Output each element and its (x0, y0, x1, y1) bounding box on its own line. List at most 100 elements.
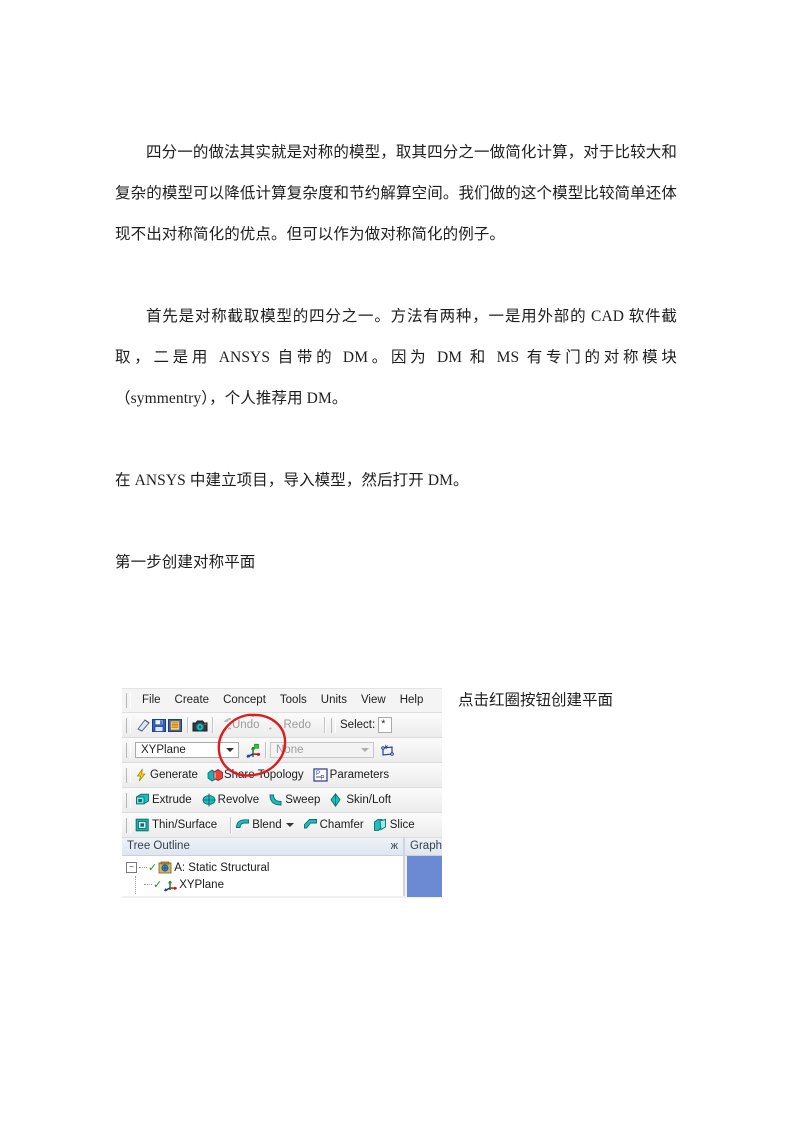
toolbar-grip[interactable] (126, 717, 131, 733)
blend-label: Blend (252, 819, 282, 831)
toolbar-separator (187, 717, 188, 733)
modify-toolbar: Thin/Surface Blend Chamfer Slice (122, 813, 442, 838)
features-toolbar-grip[interactable] (126, 792, 131, 808)
generate-toolbar-grip[interactable] (126, 767, 131, 783)
plane-axes-icon (163, 878, 178, 892)
new-plane-icon[interactable] (245, 743, 261, 758)
tree-outline-title-bar: Tree Outline ж (122, 838, 404, 856)
share-topology-label: Share Topology (223, 769, 304, 781)
pin-icon[interactable]: ж (391, 838, 398, 855)
paragraph-1: 四分一的做法其实就是对称的模型，取其四分之一做简化计算，对于比较大和复杂的模型可… (115, 144, 677, 243)
generate-toolbar: Generate Share Topology P P Parameters (122, 763, 442, 788)
collapse-expander-icon[interactable]: − (126, 862, 137, 873)
parameters-icon: P P (313, 767, 329, 783)
graphics-title: Graph (405, 838, 442, 856)
slice-label: Slice (389, 819, 415, 831)
chamfer-icon (303, 818, 319, 833)
blend-button[interactable]: Blend (235, 818, 302, 833)
revolve-label: Revolve (217, 794, 260, 806)
tree-dotted-connector (139, 867, 147, 868)
tree-item-label: A: Static Structural (174, 861, 270, 874)
menu-item-create[interactable]: Create (168, 689, 217, 712)
standard-toolbar: Undo Redo Select: * (122, 713, 442, 738)
tree-dotted-connector (144, 884, 152, 885)
parameters-label: Parameters (329, 769, 390, 781)
menu-item-units[interactable]: Units (314, 689, 354, 712)
menu-item-file[interactable]: File (135, 689, 168, 712)
graphics-panel: Graph (405, 838, 442, 897)
paragraph-2: 首先是对称截取模型的四分之一。方法有两种，一是用外部的 CAD 软件截取，二是用… (115, 308, 677, 407)
menu-item-concept[interactable]: Concept (216, 689, 273, 712)
menu-item-help[interactable]: Help (393, 689, 431, 712)
tree-outline-panel: Tree Outline ж − ✓ A: Static Structural … (122, 838, 406, 896)
green-check-icon: ✓ (148, 862, 158, 874)
select-mode-combo[interactable]: * (378, 717, 393, 733)
camera-icon[interactable] (192, 718, 208, 733)
select-label: Select: (340, 719, 376, 731)
save-icon[interactable] (151, 718, 167, 733)
tree-outline-title: Tree Outline (127, 840, 190, 852)
revolve-button[interactable]: Revolve (201, 793, 269, 808)
thin-surface-icon (135, 818, 151, 833)
blend-icon (235, 818, 251, 833)
skin-loft-icon (329, 792, 345, 808)
toolbar-separator (324, 717, 325, 733)
select-toolbar-grip[interactable] (331, 717, 336, 733)
tree-item-static-structural[interactable]: − ✓ A: Static Structural (122, 859, 403, 876)
parameters-button[interactable]: P P Parameters (313, 767, 398, 783)
extrude-icon (135, 793, 151, 808)
graphics-viewport[interactable] (407, 856, 442, 897)
active-sketch-value: None (276, 744, 304, 756)
undo-icon (217, 717, 237, 732)
skin-loft-button[interactable]: Skin/Loft (329, 792, 400, 808)
menu-item-tools[interactable]: Tools (273, 689, 314, 712)
plane-toolbar-grip[interactable] (126, 742, 131, 758)
thin-surface-label: Thin/Surface (152, 819, 218, 831)
undo-label: Undo (232, 719, 260, 731)
red-circle-annotation-text: 点击红圈按钮创建平面 (458, 692, 614, 709)
extrude-label: Extrude (152, 794, 192, 806)
sweep-label: Sweep (285, 794, 321, 806)
undo-button[interactable]: Undo (217, 717, 269, 732)
toolbar-separator (230, 817, 232, 833)
active-plane-combo[interactable]: XYPlane (135, 742, 239, 758)
extrude-button[interactable]: Extrude (135, 793, 201, 808)
share-topology-button[interactable]: Share Topology (207, 768, 313, 783)
new-sheet-icon[interactable] (135, 718, 151, 733)
chamfer-button[interactable]: Chamfer (303, 818, 373, 833)
thin-surface-button[interactable]: Thin/Surface (135, 818, 226, 833)
redo-button[interactable]: Redo (262, 717, 321, 732)
menu-item-view[interactable]: View (354, 689, 393, 712)
save-as-icon[interactable] (167, 718, 183, 733)
chamfer-label: Chamfer (319, 819, 364, 831)
new-sketch-icon[interactable] (380, 743, 396, 758)
tree-item-xyplane[interactable]: ✓ XYPlane (122, 876, 403, 893)
menu-grip[interactable] (126, 693, 131, 708)
document-body: 四分一的做法其实就是对称的模型，取其四分之一做简化计算，对于比较大和复杂的模型可… (115, 132, 677, 583)
slice-button[interactable]: Slice (373, 818, 424, 833)
blend-dropdown-chevron-down-icon[interactable] (285, 823, 294, 827)
model-body-icon (158, 861, 172, 875)
tree-item-label: XYPlane (179, 878, 224, 891)
share-topology-icon (207, 768, 223, 783)
tree-connector-line (135, 876, 136, 894)
active-sketch-combo[interactable]: None (270, 742, 374, 758)
panels-area: Tree Outline ж − ✓ A: Static Structural … (122, 838, 442, 897)
toolbar-separator (265, 742, 266, 758)
document-page: 四分一的做法其实就是对称的模型，取其四分之一做简化计算，对于比较大和复杂的模型可… (0, 0, 793, 1122)
active-plane-value: XYPlane (141, 744, 186, 756)
redo-label: Redo (283, 719, 312, 731)
ansys-designmodeler-screenshot: File Create Concept Tools Units View Hel… (122, 688, 442, 898)
chevron-down-icon (226, 748, 234, 752)
features-toolbar: Extrude Revolve Sweep Skin/Loft (122, 788, 442, 813)
paragraph-4: 第一步创建对称平面 (115, 554, 256, 571)
modify-toolbar-grip[interactable] (126, 817, 131, 833)
sweep-button[interactable]: Sweep (268, 793, 329, 808)
menu-bar: File Create Concept Tools Units View Hel… (122, 689, 442, 713)
svg-text:P: P (316, 771, 320, 777)
generate-button[interactable]: Generate (135, 768, 207, 782)
revolve-icon (201, 793, 217, 808)
generate-label: Generate (150, 769, 198, 781)
